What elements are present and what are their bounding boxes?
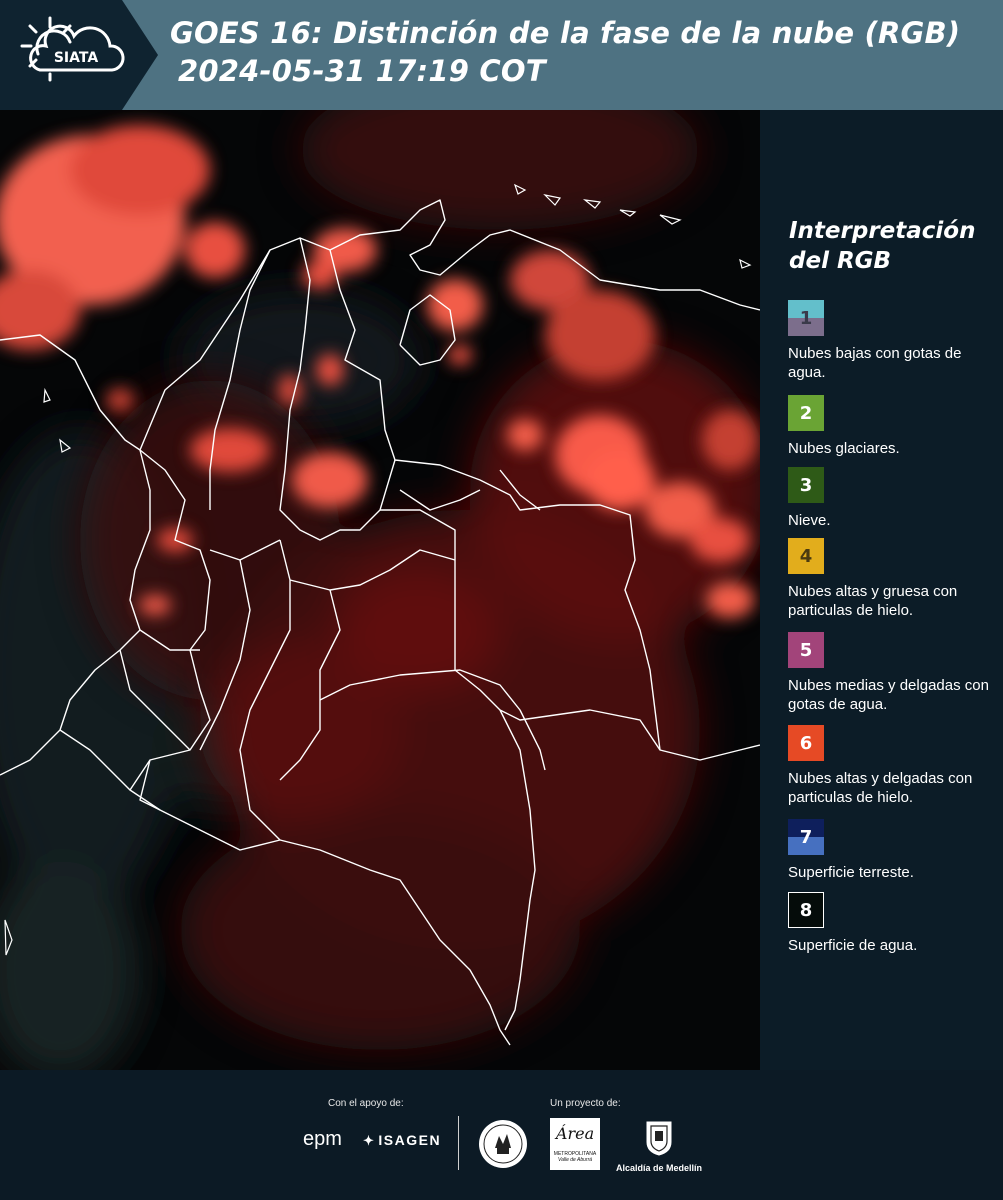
legend-number-6: 6 [799, 732, 813, 754]
alcaldia-text: Alcaldía de Medellín [615, 1163, 703, 1173]
legend-label-8: Superficie de agua. [788, 937, 918, 954]
seal-logo[interactable] [477, 1118, 529, 1170]
isagen-mark-icon: ✦ [363, 1133, 376, 1148]
legend-item-2: 2 Nubes glaciares. [788, 395, 1000, 458]
legend-item-7: 7 Superficie terreste. [788, 819, 1000, 882]
legend-swatch-6: 6 [788, 725, 824, 761]
footer: Con el apoyo de: Un proyecto de: epm ✦ IS… [0, 1070, 1003, 1200]
legend-number-4: 4 [799, 545, 813, 567]
legend-item-8: 8 Superficie de agua. [788, 892, 1000, 955]
support-label: Con el apoyo de: [328, 1098, 404, 1109]
legend-item-1: 1 Nubes bajas con gotas de agua. [788, 300, 1000, 382]
legend-swatch-2: 2 [788, 395, 824, 431]
header-bar: SIATA GOES 16: Distinción de la fase de … [0, 0, 1003, 110]
satellite-map[interactable] [0, 110, 760, 1070]
legend-item-4: 4 Nubes altas y gruesa con particulas de… [788, 538, 1000, 620]
rgb-composite-image [0, 110, 760, 1070]
legend-swatch-4: 4 [788, 538, 824, 574]
legend-item-6: 6 Nubes altas y delgadas con particulas … [788, 725, 1000, 807]
legend-title-line-1: Interpretación [789, 218, 976, 244]
area-name: Área [555, 1124, 595, 1143]
area-metropolitana-logo[interactable]: Área METROPOLITANA Valle de Aburrá [550, 1118, 600, 1170]
footer-divider [458, 1116, 459, 1170]
legend-label-4: Nubes altas y gruesa con particulas de h… [788, 583, 958, 619]
legend-number-2: 2 [799, 402, 813, 424]
page-title: GOES 16: Distinción de la fase de la nub… [170, 14, 990, 90]
title-line-1: GOES 16: Distinción de la fase de la nub… [170, 16, 961, 50]
isagen-logo[interactable]: ✦ ISAGEN [363, 1132, 441, 1149]
legend-swatch-7: 7 [788, 819, 824, 855]
legend-label-2: Nubes glaciares. [788, 440, 900, 457]
legend-label-3: Nieve. [788, 512, 831, 529]
area-subtitle-2: Valle de Aburrá [557, 1157, 593, 1163]
logo-text: SIATA [54, 50, 99, 66]
project-label: Un proyecto de: [550, 1098, 621, 1109]
legend-swatch-8: 8 [788, 892, 824, 928]
legend-number-5: 5 [799, 639, 813, 661]
title-line-2: 2024-05-31 17:19 COT [178, 54, 546, 88]
legend-number-8: 8 [799, 899, 813, 921]
legend-number-7: 7 [799, 826, 813, 848]
legend-label-5: Nubes medias y delgadas con gotas de agu… [788, 677, 989, 713]
siata-logo[interactable]: SIATA [0, 0, 160, 110]
alcaldia-logo[interactable]: Alcaldía de Medellín [614, 1118, 704, 1173]
isagen-text: ISAGEN [378, 1132, 442, 1148]
legend-swatch-3: 3 [788, 467, 824, 503]
legend-item-3: 3 Nieve. [788, 467, 1000, 530]
epm-logo[interactable]: epm [303, 1128, 342, 1151]
legend-item-5: 5 Nubes medias y delgadas con gotas de a… [788, 632, 1000, 714]
legend-title: Interpretación del RGB [789, 216, 989, 276]
legend-label-6: Nubes altas y delgadas con particulas de… [788, 770, 973, 806]
legend-panel: Interpretación del RGB 1 Nubes bajas con… [760, 110, 1003, 1070]
legend-swatch-5: 5 [788, 632, 824, 668]
coat-of-arms-icon [646, 1121, 672, 1156]
legend-label-7: Superficie terreste. [788, 864, 914, 881]
legend-label-1: Nubes bajas con gotas de agua. [788, 345, 962, 381]
logo-ribbon: SIATA [0, 0, 158, 110]
legend-swatch-1: 1 [788, 300, 824, 336]
legend-number-1: 1 [799, 307, 813, 329]
legend-number-3: 3 [799, 474, 813, 496]
legend-title-line-2: del RGB [789, 248, 892, 274]
